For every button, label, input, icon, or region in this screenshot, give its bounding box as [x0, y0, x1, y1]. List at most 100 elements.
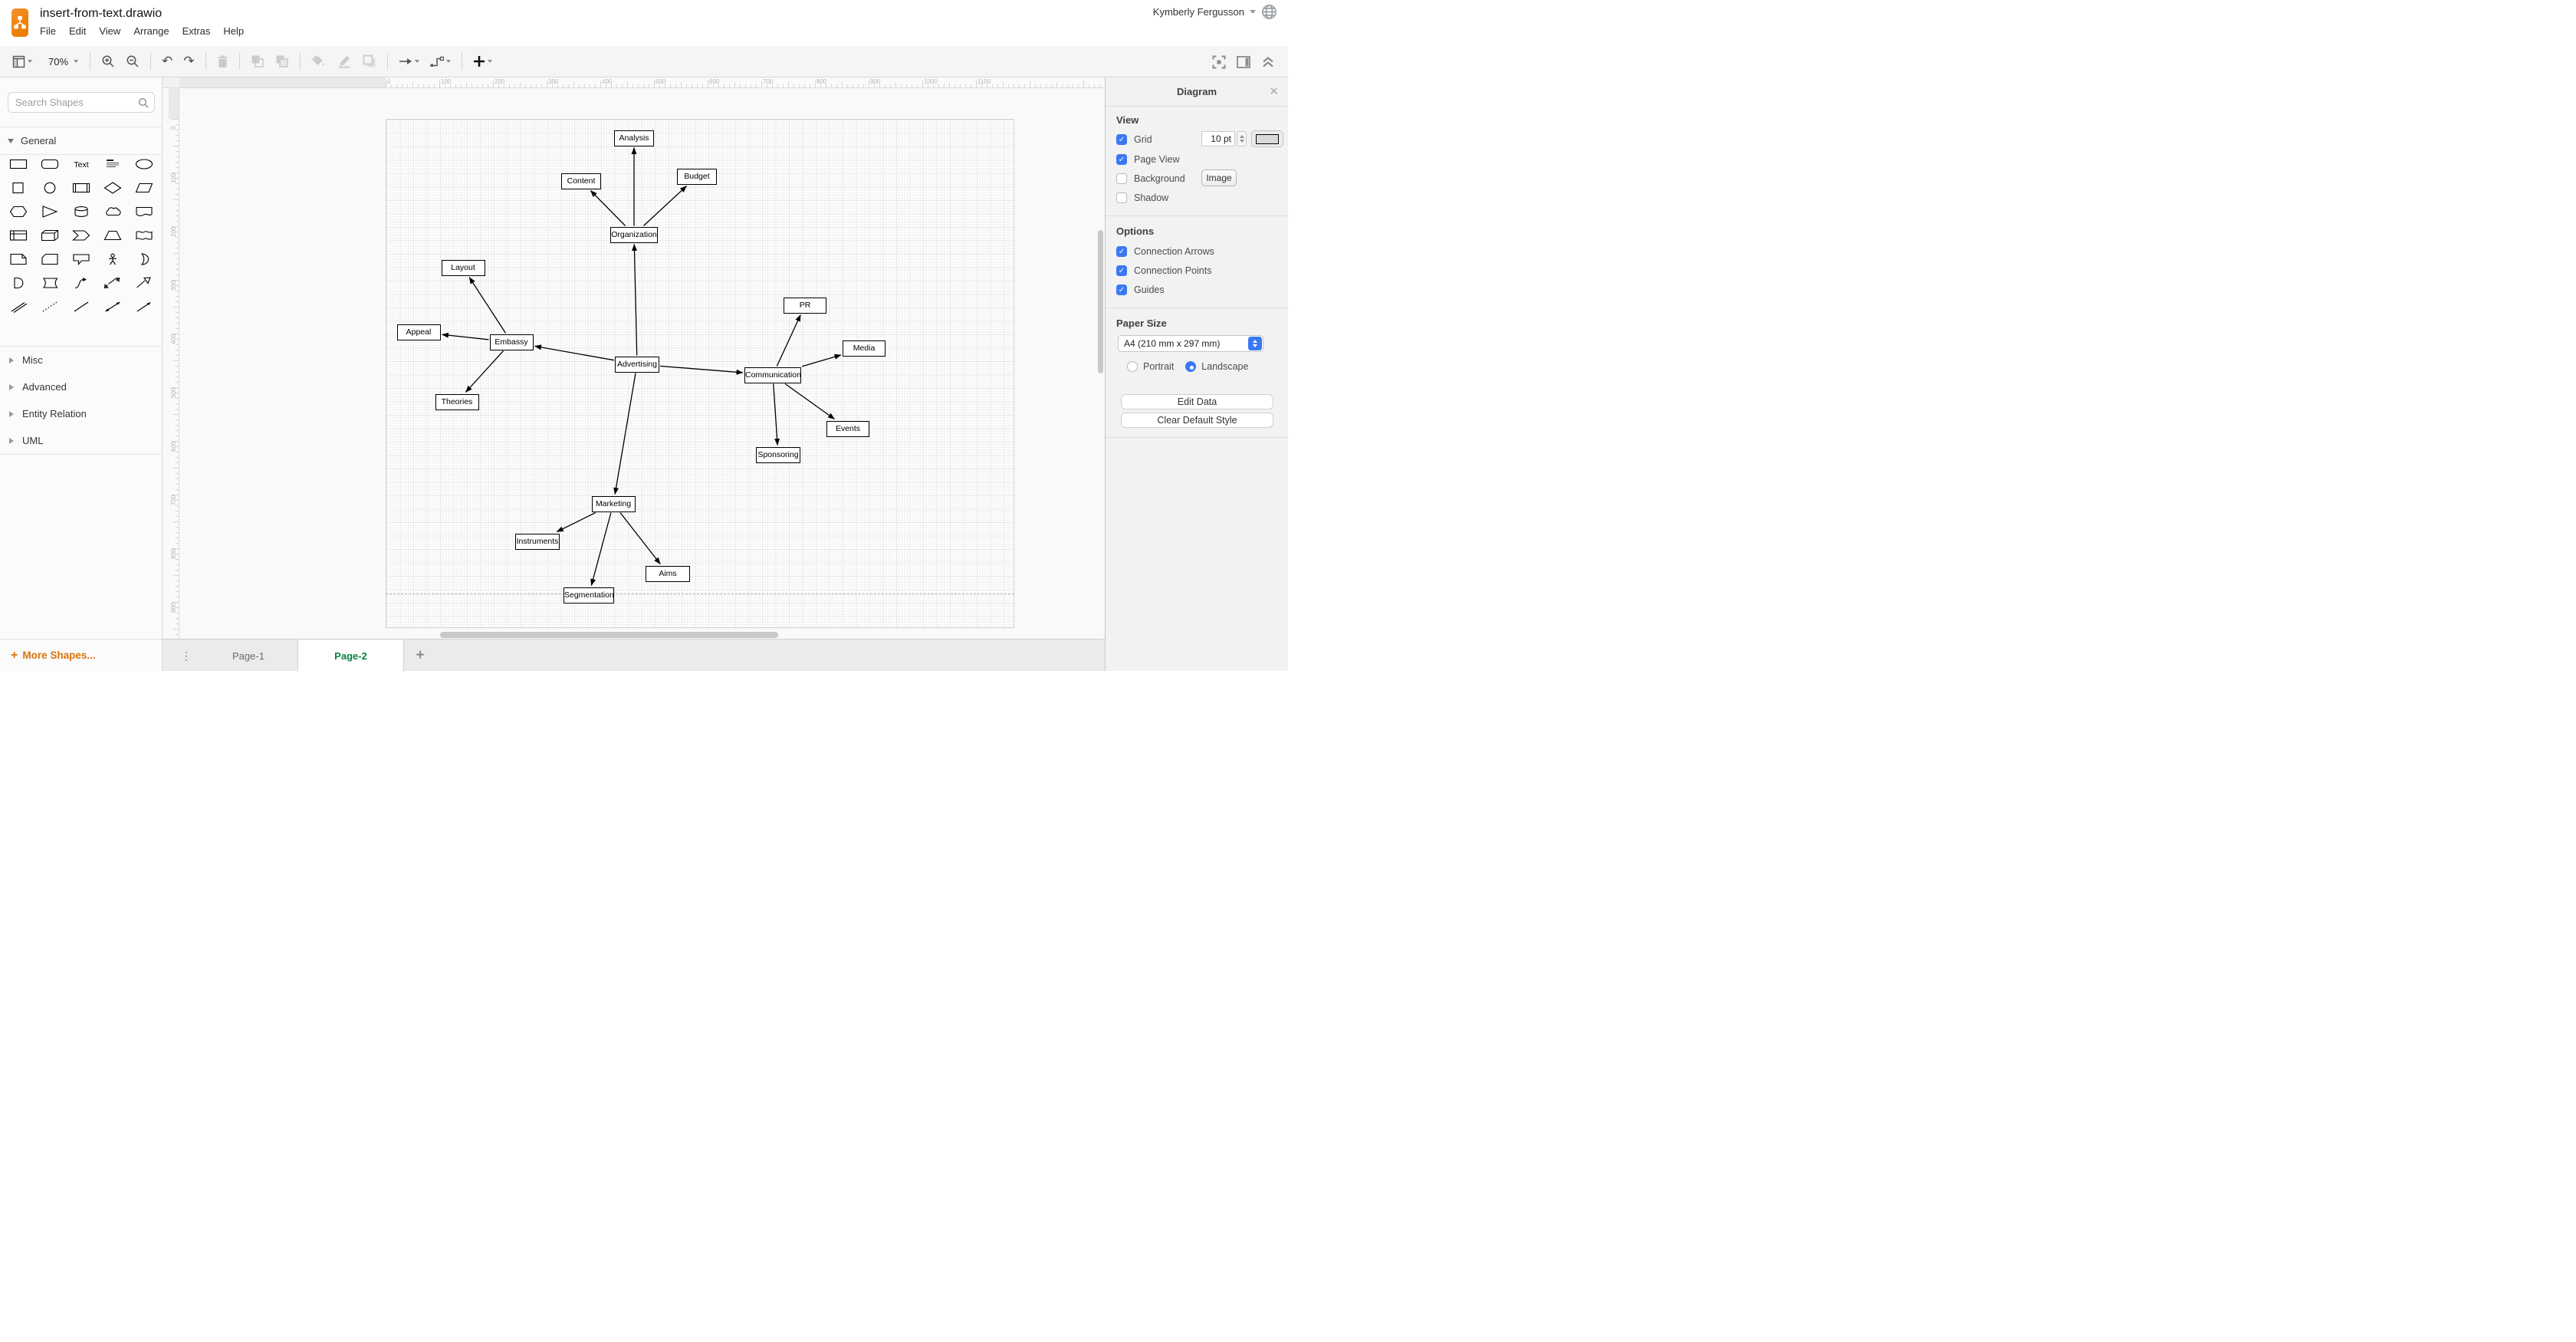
diagram-node-events[interactable]: Events [826, 420, 869, 437]
sidebar-section-uml[interactable]: UML [0, 427, 162, 454]
background-checkbox[interactable] [1116, 173, 1127, 184]
sidebar-section-general[interactable]: General [0, 127, 162, 154]
shape-card[interactable] [34, 252, 66, 266]
diagram-node-organization[interactable]: Organization [610, 226, 658, 243]
diagram-edge-advertising-embassy[interactable] [534, 344, 615, 361]
shape-document[interactable] [128, 205, 159, 219]
clear-default-style-button[interactable]: Clear Default Style [1121, 413, 1273, 428]
shadow-checkbox[interactable] [1116, 192, 1127, 203]
diagram-node-embassy[interactable]: Embassy [489, 334, 534, 350]
grid-color-button[interactable] [1251, 130, 1283, 147]
to-front-button[interactable] [248, 51, 268, 72]
diagram-node-communication[interactable]: Communication [744, 367, 801, 383]
shape-and[interactable] [3, 276, 34, 290]
shape-dotted-line[interactable] [34, 300, 66, 314]
grid-size-stepper[interactable] [1237, 131, 1247, 146]
tab-page-2[interactable]: Page-2 [297, 640, 404, 672]
add-page-button[interactable]: + [411, 646, 429, 665]
diagram-node-media[interactable]: Media [843, 340, 886, 357]
diagram-edge-marketing-segmentation[interactable] [590, 512, 612, 586]
zoom-out-button[interactable] [123, 51, 143, 72]
diagram-node-theories[interactable]: Theories [435, 393, 479, 410]
background-image-button[interactable]: Image [1201, 169, 1237, 186]
shape-trapezoid[interactable] [97, 229, 128, 242]
search-icon[interactable] [138, 97, 149, 108]
shape-rounded-rectangle[interactable] [34, 157, 66, 171]
fullscreen-button[interactable] [1209, 51, 1229, 73]
sidebar-section-entity-relation[interactable]: Entity Relation [0, 400, 162, 427]
shape-actor[interactable] [97, 252, 128, 266]
diagram-edge-embassy-layout[interactable] [468, 277, 507, 334]
shape-text[interactable]: Text [66, 157, 97, 171]
diagram-edge-communication-media[interactable] [801, 354, 842, 367]
paper-size-select[interactable]: A4 (210 mm x 297 mm) [1118, 335, 1263, 352]
diagram-edge-embassy-appeal[interactable] [442, 332, 489, 340]
page-view-button[interactable] [9, 51, 35, 72]
format-panel-toggle-button[interactable] [1234, 51, 1254, 73]
waypoints-button[interactable] [427, 51, 454, 72]
diagram-edge-communication-events[interactable] [784, 383, 835, 420]
diagram-edge-marketing-instruments[interactable] [556, 511, 596, 533]
insert-button[interactable] [470, 51, 495, 72]
shape-rectangle[interactable] [3, 157, 34, 171]
diagram-node-pr[interactable]: PR [784, 297, 826, 314]
shape-note[interactable] [3, 252, 34, 266]
shadow-button[interactable] [360, 51, 380, 72]
page-view-checkbox[interactable]: ✓ [1116, 154, 1127, 165]
diagram-edge-embassy-theories[interactable] [465, 350, 504, 393]
zoom-in-button[interactable] [98, 51, 118, 72]
line-color-button[interactable] [334, 51, 355, 72]
user-name[interactable]: Kymberly Fergusson [1153, 6, 1244, 18]
shape-square[interactable] [3, 181, 34, 195]
tab-page-1[interactable]: Page-1 [199, 640, 297, 672]
shape-internal-storage[interactable] [3, 229, 34, 242]
connection-arrows-checkbox[interactable]: ✓ [1116, 246, 1127, 257]
user-menu-caret-icon[interactable] [1250, 10, 1256, 14]
more-shapes-button[interactable]: + More Shapes... [0, 639, 163, 671]
shape-circle[interactable] [34, 181, 66, 195]
language-globe-icon[interactable] [1261, 4, 1277, 20]
shape-ellipse[interactable] [128, 157, 159, 171]
sidebar-section-advanced[interactable]: Advanced [0, 373, 162, 400]
diagram-node-layout[interactable]: Layout [441, 259, 485, 276]
diagram-node-advertising[interactable]: Advertising [615, 356, 659, 373]
search-input[interactable] [15, 93, 138, 112]
diagram-node-segmentation[interactable]: Segmentation [564, 587, 614, 604]
edit-data-button[interactable]: Edit Data [1121, 394, 1273, 410]
diagram-edge-marketing-aims[interactable] [619, 512, 661, 564]
vertical-scrollbar[interactable] [1098, 230, 1103, 373]
diagram-edge-advertising-organization[interactable] [631, 244, 638, 356]
collapse-expand-button[interactable] [1258, 51, 1278, 73]
menu-extras[interactable]: Extras [182, 25, 211, 37]
grid-size-input[interactable]: 10 pt [1201, 131, 1235, 146]
diagram-node-aims[interactable]: Aims [646, 565, 690, 582]
shape-directional-connector[interactable] [128, 300, 159, 314]
zoom-level[interactable]: 70% [48, 56, 68, 67]
guides-checkbox[interactable]: ✓ [1116, 285, 1127, 295]
shape-callout[interactable] [66, 252, 97, 266]
close-icon[interactable]: ✕ [1269, 86, 1279, 97]
shape-bidirectional-connector[interactable] [97, 300, 128, 314]
diagram-node-marketing[interactable]: Marketing [591, 495, 636, 512]
menu-help[interactable]: Help [223, 25, 244, 37]
shape-textblock[interactable] [97, 157, 128, 171]
shape-arrow[interactable] [128, 276, 159, 290]
diagram-edge-organization-content[interactable] [590, 190, 626, 226]
connection-arrows-button[interactable] [396, 51, 422, 72]
shape-step[interactable] [66, 229, 97, 242]
to-back-button[interactable] [272, 51, 292, 72]
diagram-node-content[interactable]: Content [561, 173, 601, 189]
shape-diamond[interactable] [97, 181, 128, 195]
shape-bidirectional-arrow[interactable] [97, 276, 128, 290]
shape-line[interactable] [66, 300, 97, 314]
diagram-node-instruments[interactable]: Instruments [515, 533, 560, 550]
shape-link[interactable] [3, 300, 34, 314]
diagram-node-budget[interactable]: Budget [677, 168, 717, 185]
landscape-radio[interactable] [1185, 361, 1197, 372]
diagram-edge-communication-sponsoring[interactable] [773, 383, 780, 446]
zoom-caret-icon[interactable] [74, 60, 79, 63]
diagram-edge-advertising-communication[interactable] [659, 365, 744, 375]
grid-checkbox[interactable]: ✓ [1116, 134, 1127, 145]
connection-points-checkbox[interactable]: ✓ [1116, 265, 1127, 276]
shape-cloud[interactable] [97, 205, 128, 219]
